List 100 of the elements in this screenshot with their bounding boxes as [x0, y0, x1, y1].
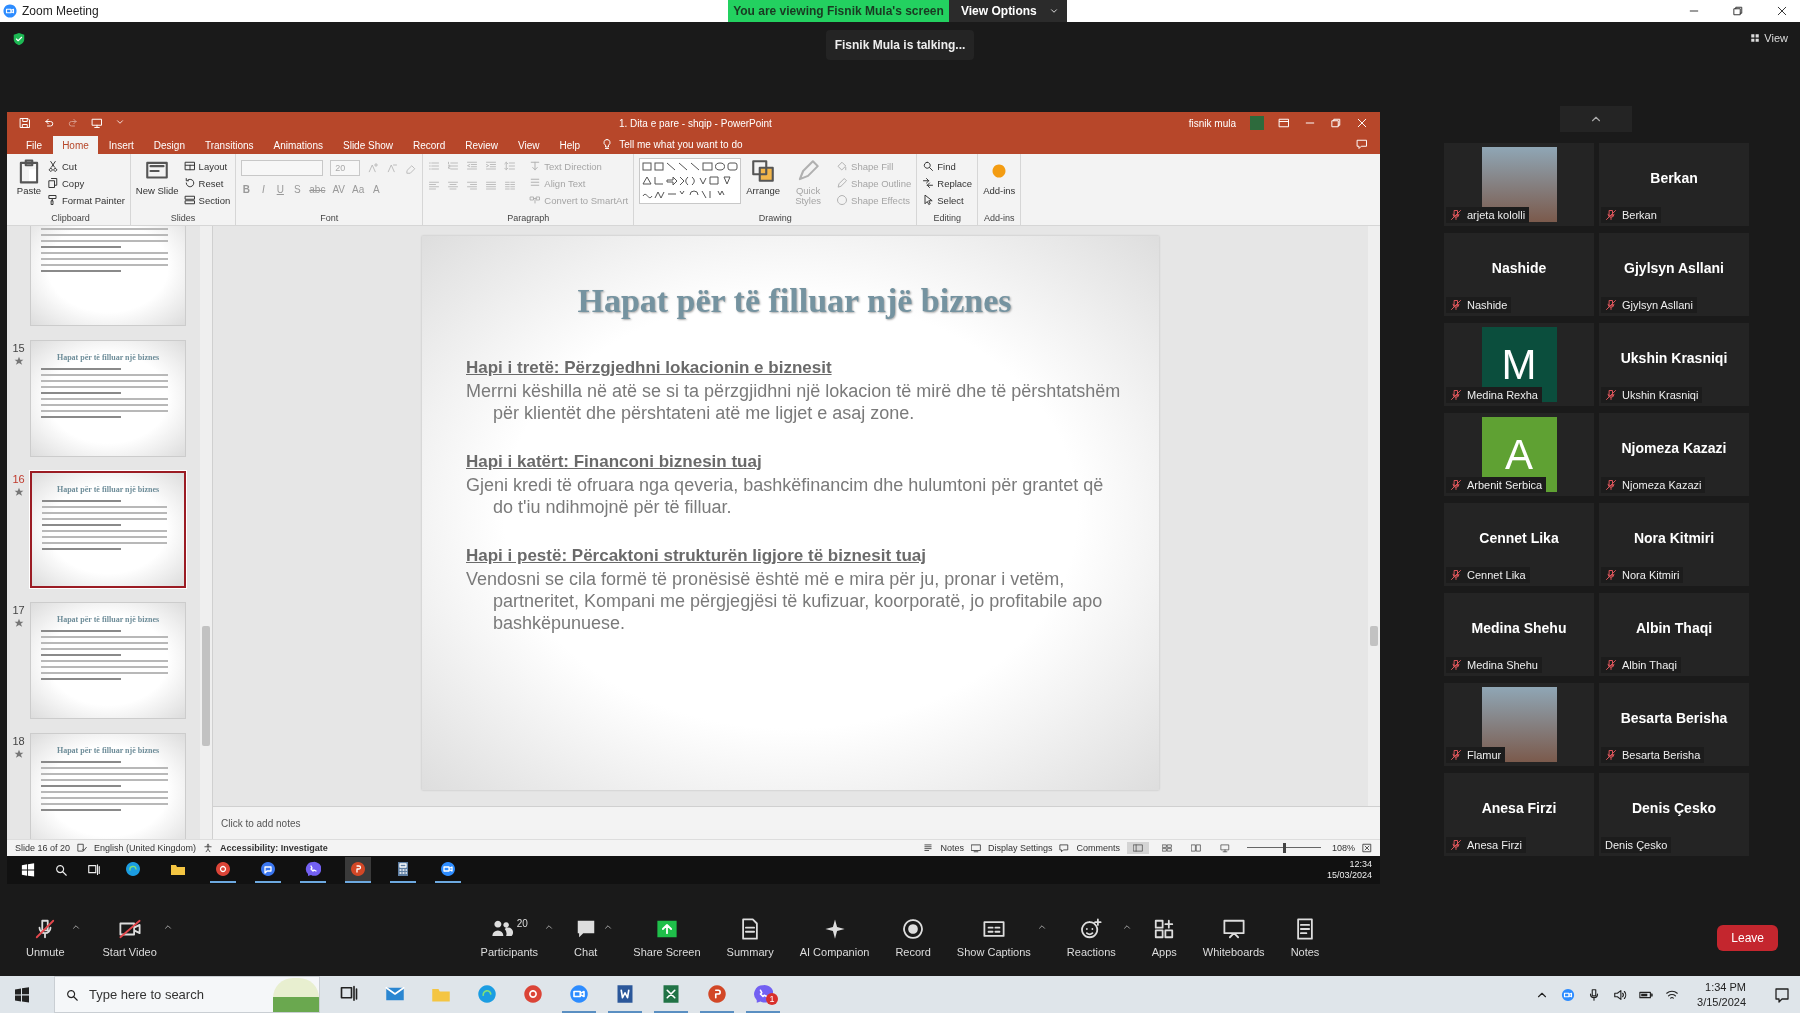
taskbar-app[interactable]: 1	[746, 976, 780, 1013]
ribbon-button[interactable]: Arrange	[746, 158, 781, 197]
participant-name: Anesa Firzi	[1467, 839, 1523, 851]
ribbon-tab[interactable]: File	[17, 136, 52, 154]
participant-name: Cennet Lika	[1467, 569, 1526, 581]
language-indicator[interactable]: English (United Kingdom)	[94, 843, 197, 853]
zoom-slider[interactable]	[1246, 843, 1321, 853]
video-app-icon	[569, 983, 589, 1004]
record-icon	[902, 918, 925, 940]
participant-tile[interactable]: Nora Kitmiri Nora Kitmiri	[1599, 503, 1749, 586]
search-field[interactable]: Type here to search	[54, 976, 320, 1013]
notes-placeholder[interactable]: Click to add notes	[221, 817, 301, 829]
ribbon-button[interactable]: Find	[922, 158, 973, 174]
slide-thumbnail[interactable]	[30, 226, 186, 326]
ribbon-button[interactable]: New Slide	[135, 158, 179, 197]
tell-me-search[interactable]: Tell me what you want to do	[619, 139, 743, 154]
grid-icon	[1750, 33, 1761, 43]
ribbon-tab[interactable]: Record	[404, 136, 455, 154]
taskbar-app[interactable]	[345, 857, 371, 883]
windows-logo-icon	[21, 863, 35, 877]
ribbon-button[interactable]: Copy	[47, 175, 125, 191]
ribbon-button[interactable]: Cut	[47, 158, 125, 174]
dropdown-caret-icon	[1048, 6, 1059, 16]
ribbon-tab[interactable]: Animations	[264, 136, 332, 154]
clock-time: 12:34	[1349, 859, 1372, 870]
ribbon-button[interactable]: Replace	[922, 175, 973, 191]
vertical-scrollbar[interactable]	[1368, 226, 1380, 806]
participant-tile[interactable]: Anesa Firzi Anesa Firzi	[1444, 773, 1594, 856]
toolbar-button[interactable]: Apps	[1145, 918, 1183, 958]
participant-tile[interactable]: Besarta Berisha Besarta Berisha	[1599, 683, 1749, 766]
ribbon-button[interactable]: Select	[922, 192, 973, 208]
ribbon-tab[interactable]: Review	[456, 136, 508, 154]
muted-microphone-icon	[34, 918, 57, 940]
comments-toggle[interactable]: Comments	[1076, 843, 1120, 853]
notes-icon	[923, 843, 934, 853]
ribbon-button[interactable]: Paste	[16, 158, 42, 197]
toolbar-button[interactable]: Show Captions	[950, 918, 1037, 958]
toolbar-button[interactable]: Whiteboards	[1196, 918, 1271, 958]
participant-tile[interactable]: Denis Çesko Denis Çesko	[1599, 773, 1749, 856]
bulleted-list-icon	[428, 160, 441, 172]
toolbar-button[interactable]: Share Screen	[627, 918, 707, 958]
participant-tile[interactable]: Medina Shehu Medina Shehu	[1444, 593, 1594, 676]
toolbar-button[interactable]: Chat	[568, 918, 604, 958]
ribbon-tab[interactable]: Transitions	[195, 136, 263, 154]
toolbar-button[interactable]: AI Companion	[793, 918, 876, 958]
ribbon-button[interactable]: Layout	[183, 158, 231, 174]
participant-tile[interactable]: A Arbenit Serbica	[1444, 413, 1594, 496]
ribbon-button[interactable]: Section	[183, 192, 231, 208]
toolbar-button[interactable]: Notes	[1284, 918, 1326, 958]
ribbon-tab[interactable]: Slide Show	[334, 136, 402, 154]
font-name-field[interactable]	[241, 160, 324, 176]
slide-counter: Slide 16 of 20	[15, 843, 71, 853]
view-button[interactable]: View	[1750, 32, 1788, 44]
ribbon-tab[interactable]: Insert	[99, 136, 143, 154]
toolbar-button[interactable]: Start Video	[96, 918, 163, 958]
ribbon-button[interactable]: Reset	[183, 175, 231, 191]
view-options-button[interactable]: View Options	[949, 0, 1067, 22]
ribbon-group-label: Drawing	[757, 213, 793, 225]
ribbon-tab[interactable]: Home	[53, 136, 98, 154]
slide-thumbnail[interactable]: Hapat për të filluar një biznes	[30, 340, 186, 457]
slide-thumbnail[interactable]: Hapat për të filluar një biznes	[30, 733, 186, 839]
participant-tile[interactable]: Cennet Lika Cennet Lika	[1444, 503, 1594, 586]
participant-tile[interactable]: Nashide Nashide	[1444, 233, 1594, 316]
participant-tile[interactable]: Berkan Berkan	[1599, 143, 1749, 226]
slide-thumbnail[interactable]: Hapat për të filluar një biznes	[30, 471, 186, 588]
participant-tile[interactable]: arjeta kololli	[1444, 143, 1594, 226]
ribbon-button[interactable]: Format Painter	[47, 192, 125, 208]
ribbon-tab[interactable]: View	[509, 136, 549, 154]
zoom-percentage[interactable]: 108%	[1331, 843, 1355, 853]
slide-paragraph: Gjeni kredi të ofruara nga qeveria, bashkëfinancim dhe hulumtoni për grantet që do t'iu ndihmojnë për të filluar.	[466, 474, 1105, 518]
shapes-gallery[interactable]	[639, 158, 742, 204]
lightbulb-icon	[601, 138, 614, 150]
participant-tile[interactable]: Albin Thaqi Albin Thaqi	[1599, 593, 1749, 676]
toolbar-button[interactable]: Summary	[720, 918, 780, 958]
view-mode-button[interactable]	[1126, 842, 1149, 854]
accessibility-status[interactable]: Accessibility: Investigate	[220, 843, 328, 853]
ribbon-tab[interactable]: Help	[550, 136, 590, 154]
ribbon-button[interactable]: Add-ins	[983, 158, 1016, 197]
slide-thumbnail[interactable]: Hapat për të filluar një biznes	[30, 602, 186, 719]
pencil-icon	[836, 177, 849, 189]
participant-tile[interactable]: Gjylsyn Asllani Gjylsyn Asllani	[1599, 233, 1749, 316]
toolbar-button[interactable]: Record	[889, 918, 937, 958]
ribbon-group-label: Editing	[932, 213, 962, 225]
vertical-scrollbar[interactable]	[200, 226, 212, 839]
leave-button[interactable]: Leave	[1717, 925, 1778, 951]
toolbar-button[interactable]: Unmute	[20, 918, 71, 958]
participant-tile[interactable]: M Medina Rexha	[1444, 323, 1594, 406]
notes-toggle[interactable]: Notes	[940, 843, 964, 853]
participant-tile[interactable]: Ukshin Krasniqi Ukshin Krasniqi	[1599, 323, 1749, 406]
participant-display-name: Denis Çesko	[1631, 799, 1716, 816]
ribbon-tab[interactable]: Design	[144, 136, 194, 154]
toolbar-button[interactable]: 20 Participants	[474, 918, 545, 958]
screen-share-banner: You are viewing Fisnik Mula's screen	[728, 0, 949, 22]
toolbar-button[interactable]: Reactions	[1060, 918, 1122, 958]
calculator-icon	[395, 861, 411, 877]
participant-tile[interactable]: Flamur	[1444, 683, 1594, 766]
zoom-slider-thumb[interactable]	[1282, 843, 1286, 853]
participant-tile[interactable]: Njomeza Kazazi Njomeza Kazazi	[1599, 413, 1749, 496]
accessibility-icon	[203, 843, 214, 853]
display-settings[interactable]: Display Settings	[987, 843, 1053, 853]
